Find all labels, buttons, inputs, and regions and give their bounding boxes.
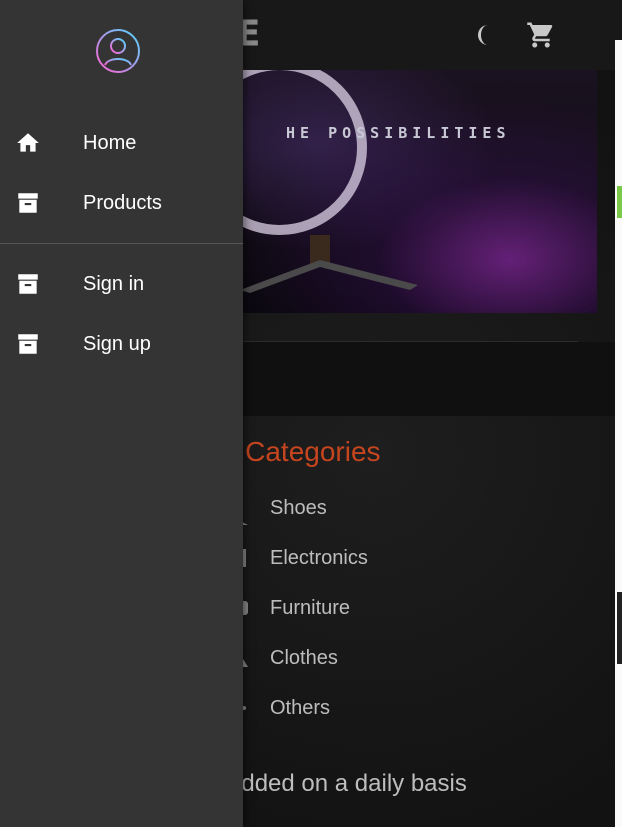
theme-toggle-button[interactable] bbox=[476, 20, 506, 50]
drawer-divider bbox=[0, 243, 243, 244]
category-item[interactable]: Electronics bbox=[270, 545, 368, 595]
drawer-item-sign-up[interactable]: Sign up bbox=[0, 319, 243, 369]
category-list: Shoes Electronics Furniture Clothes Othe… bbox=[270, 495, 368, 745]
cart-icon bbox=[527, 22, 553, 48]
monitor-stand-graphic bbox=[240, 235, 418, 293]
moon-icon bbox=[478, 25, 488, 45]
right-edge-panel bbox=[615, 40, 622, 827]
right-edge-accent bbox=[617, 186, 622, 218]
hero-tagline: HE POSSIBILITIES bbox=[286, 124, 511, 142]
drawer-item-home[interactable]: Home bbox=[0, 118, 243, 168]
archive-icon bbox=[18, 193, 38, 213]
navigation-drawer: Home Products Sign in Sign up bbox=[0, 0, 243, 827]
category-item[interactable]: Shoes bbox=[270, 495, 368, 545]
user-circle-icon[interactable] bbox=[95, 28, 141, 74]
home-icon bbox=[17, 133, 39, 152]
section-band bbox=[200, 342, 617, 416]
cart-button[interactable] bbox=[526, 20, 556, 50]
drawer-item-products[interactable]: Products bbox=[0, 178, 243, 228]
drawer-item-sign-in[interactable]: Sign in bbox=[0, 259, 243, 309]
hero-banner[interactable] bbox=[200, 70, 597, 313]
drawer-item-label: Sign up bbox=[83, 333, 151, 355]
right-edge-block bbox=[617, 592, 622, 664]
drawer-item-label: Products bbox=[83, 192, 162, 214]
archive-icon bbox=[18, 274, 38, 294]
category-item[interactable]: Furniture bbox=[270, 595, 368, 645]
archive-icon bbox=[18, 334, 38, 354]
drawer-item-label: Sign in bbox=[83, 273, 145, 295]
drawer-item-label: Home bbox=[83, 132, 137, 154]
category-item[interactable]: Others bbox=[270, 695, 368, 745]
category-item[interactable]: Clothes bbox=[270, 645, 368, 695]
